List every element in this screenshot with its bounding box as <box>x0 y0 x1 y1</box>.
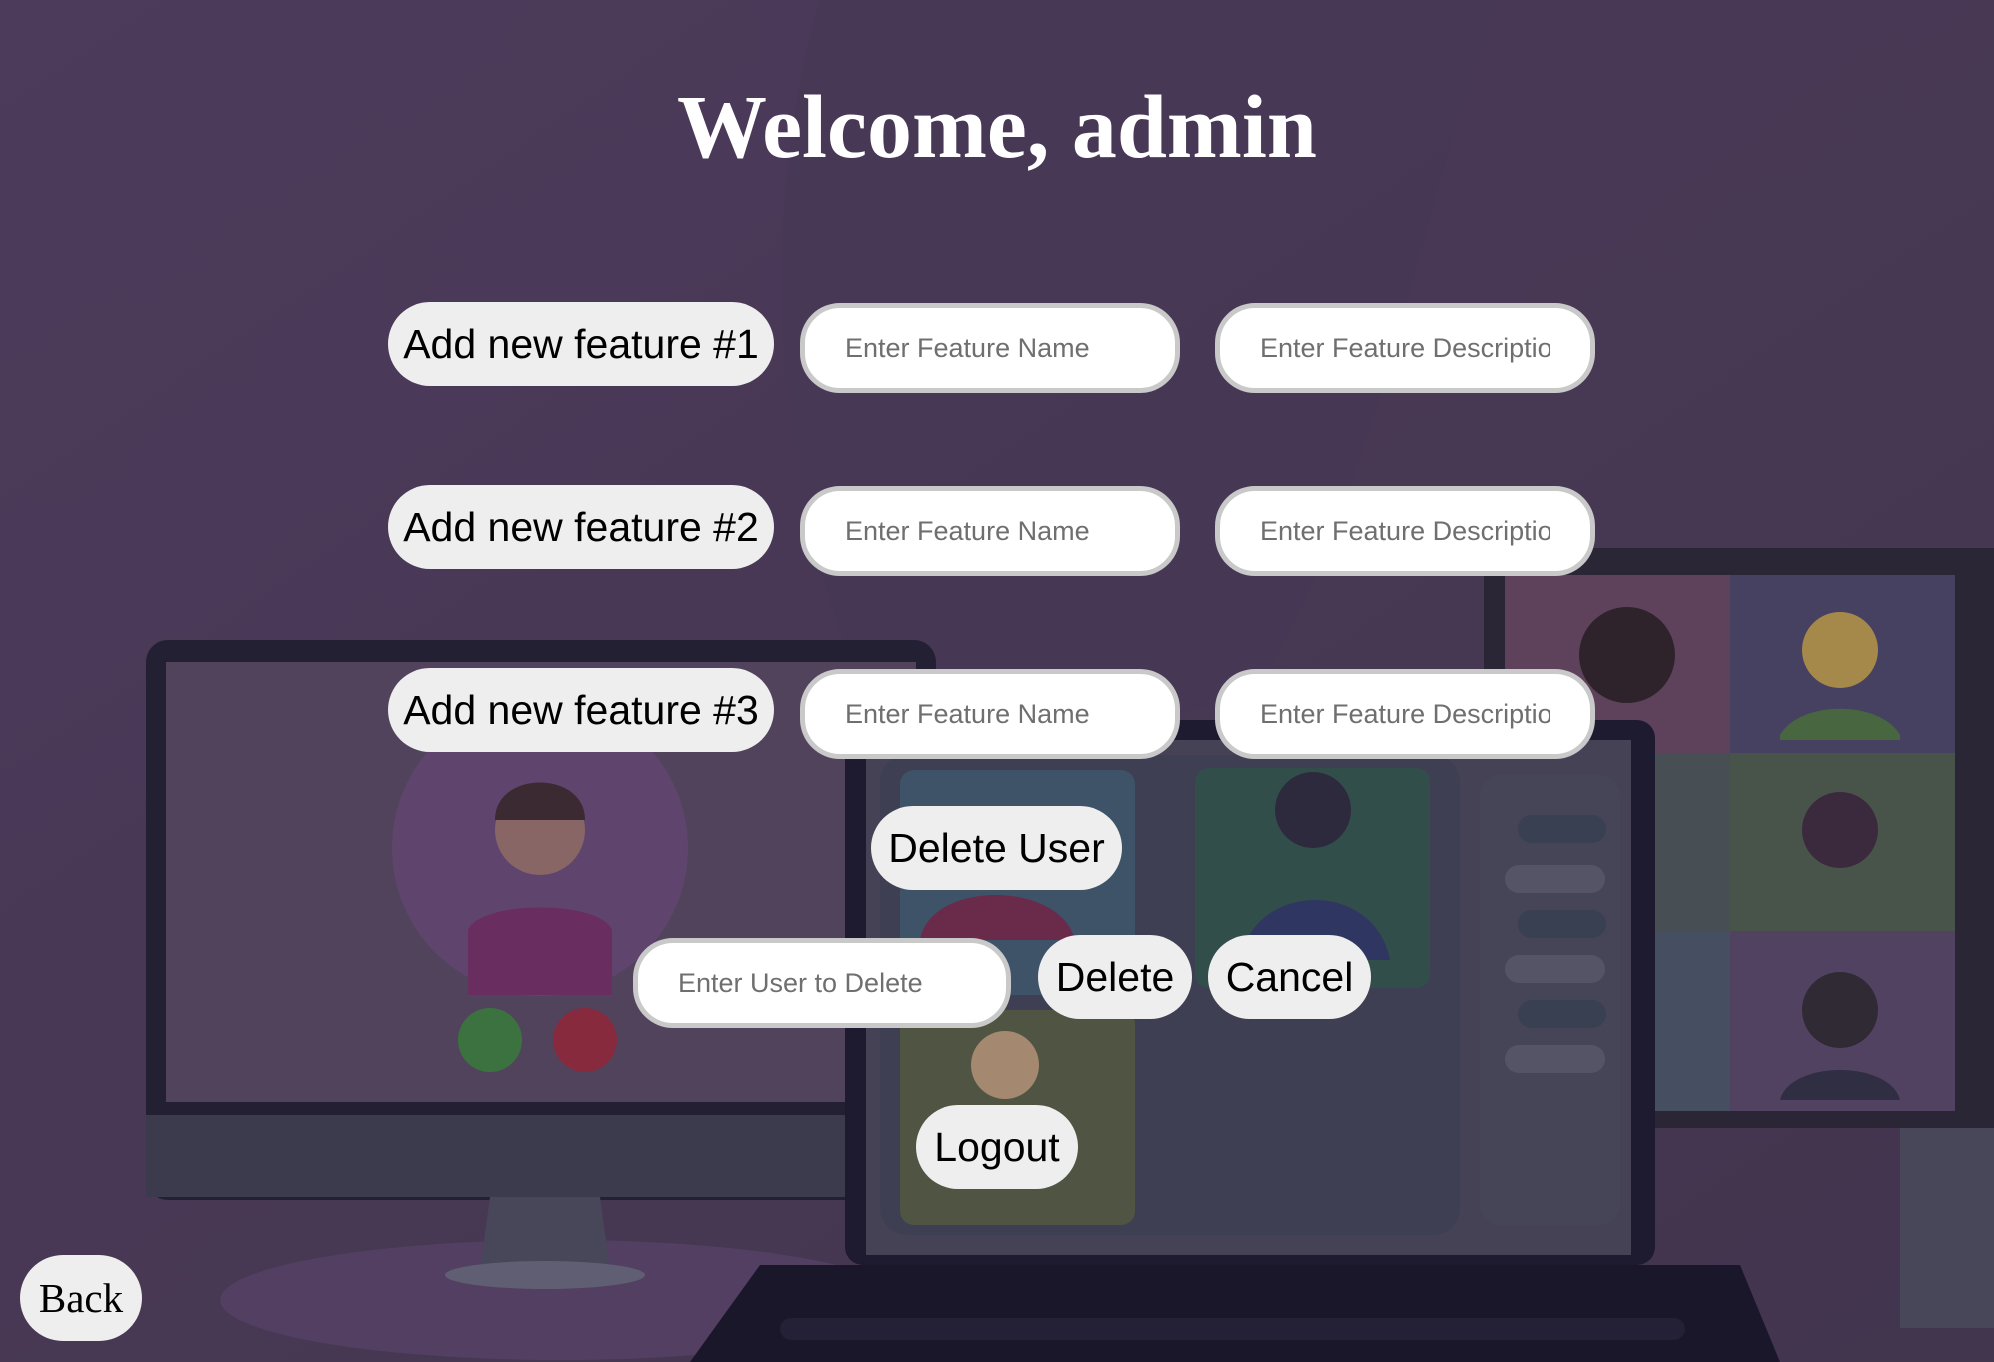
feature-3-name-input[interactable] <box>800 669 1180 759</box>
cancel-button[interactable]: Cancel <box>1208 935 1371 1019</box>
feature-2-name-input[interactable] <box>800 486 1180 576</box>
confirm-delete-button[interactable]: Delete <box>1038 935 1192 1019</box>
logout-button[interactable]: Logout <box>916 1105 1078 1189</box>
add-feature-1-button[interactable]: Add new feature #1 <box>388 302 774 386</box>
feature-1-description-input[interactable] <box>1215 303 1595 393</box>
back-button[interactable]: Back <box>20 1255 142 1341</box>
feature-3-description-input[interactable] <box>1215 669 1595 759</box>
feature-1-name-input[interactable] <box>800 303 1180 393</box>
page-title: Welcome, admin <box>677 78 1317 177</box>
delete-user-button[interactable]: Delete User <box>871 806 1122 890</box>
add-feature-2-button[interactable]: Add new feature #2 <box>388 485 774 569</box>
add-feature-3-button[interactable]: Add new feature #3 <box>388 668 774 752</box>
feature-2-description-input[interactable] <box>1215 486 1595 576</box>
delete-user-input[interactable] <box>633 938 1011 1028</box>
